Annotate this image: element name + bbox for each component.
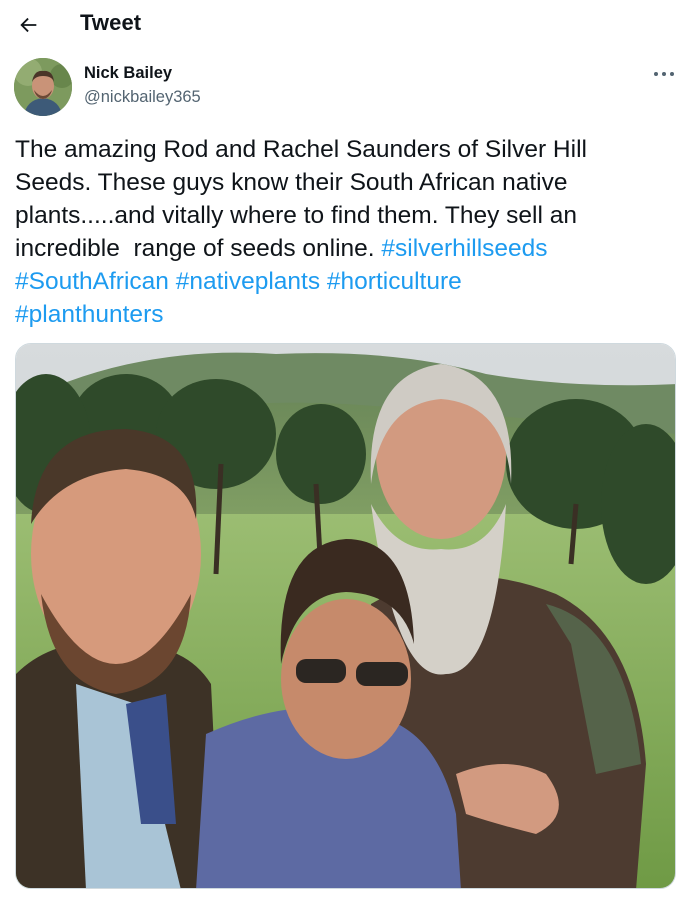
author-avatar[interactable] <box>14 58 72 116</box>
hashtag-link[interactable]: #SouthAfrican <box>15 268 169 295</box>
arrow-left-icon <box>20 17 37 33</box>
tweet-text-segment: plants.....and vitally where to find the… <box>15 202 577 229</box>
hashtag-link[interactable]: #horticulture <box>327 268 462 295</box>
hashtag-link[interactable]: #planthunters <box>15 301 163 328</box>
tweet-text-segment: incredible range of seeds online. <box>15 235 382 262</box>
tweet-text-line: The amazing Rod and Rachel Saunders of S… <box>15 133 675 166</box>
tweet-text-segment: Seeds. These guys know their South Afric… <box>15 169 568 196</box>
author-name[interactable]: Nick Bailey <box>84 64 172 83</box>
tweet-text-segment <box>169 268 176 295</box>
more-horizontal-icon <box>654 72 674 76</box>
tweet-text-line: incredible range of seeds online. #silve… <box>15 232 675 265</box>
top-bar: Tweet <box>0 0 694 50</box>
author-handle[interactable]: @nickbailey365 <box>84 88 201 107</box>
tweet-text-line: #SouthAfrican #nativeplants #horticultur… <box>15 265 675 298</box>
hashtag-link[interactable]: #nativeplants <box>176 268 320 295</box>
tweet-text-segment <box>320 268 327 295</box>
back-button[interactable] <box>14 10 44 40</box>
tweet-text-line: plants.....and vitally where to find the… <box>15 199 675 232</box>
tweet-text: The amazing Rod and Rachel Saunders of S… <box>15 133 675 331</box>
tweet-text-line: Seeds. These guys know their South Afric… <box>15 166 675 199</box>
tweet-text-line: #planthunters <box>15 298 675 331</box>
tweet-text-segment: The amazing Rod and Rachel Saunders of S… <box>15 136 587 163</box>
hashtag-link[interactable]: #silverhillseeds <box>381 235 547 262</box>
page-title: Tweet <box>80 10 142 35</box>
tweet-photo[interactable] <box>15 343 676 889</box>
more-options-button[interactable] <box>646 62 682 86</box>
